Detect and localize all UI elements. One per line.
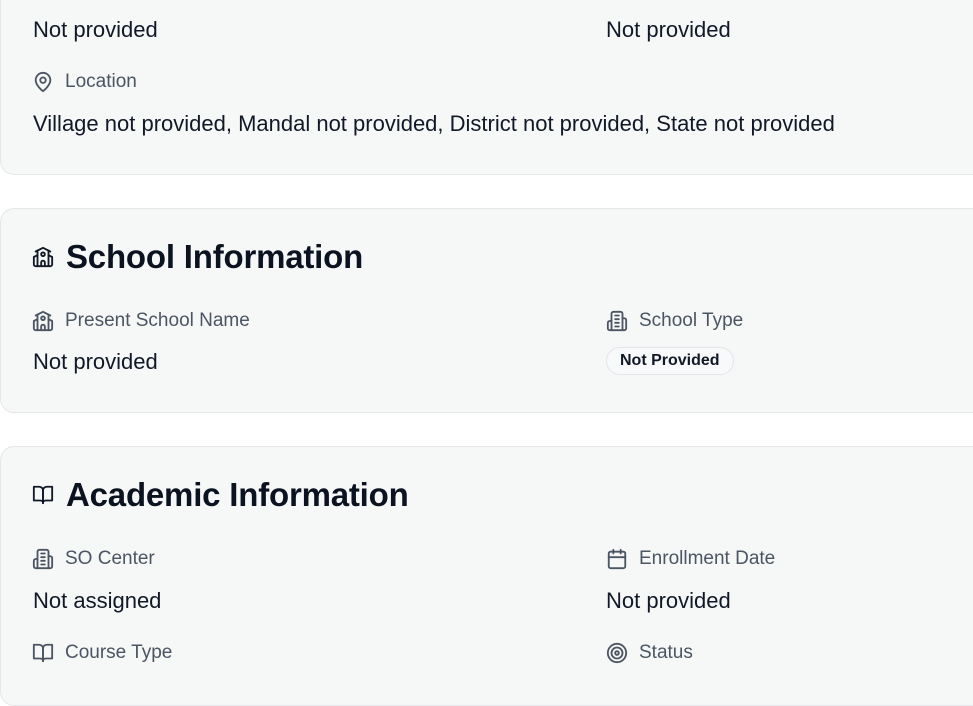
so-center-value: Not assigned <box>33 588 162 613</box>
so-center-label-text: SO Center <box>65 548 155 569</box>
school-icon <box>32 246 54 268</box>
present-school-label-text: Present School Name <box>65 310 250 331</box>
calendar-icon <box>606 548 628 570</box>
field-value-left: Not provided <box>33 17 158 42</box>
school-icon <box>32 310 54 332</box>
status-label-text: Status <box>639 642 693 663</box>
academic-info-title: Academic Information <box>32 476 409 514</box>
field-value-right: Not provided <box>606 17 731 42</box>
enrollment-date-label: Enrollment Date <box>606 548 775 570</box>
school-type-label-text: School Type <box>639 310 744 331</box>
school-info-title: School Information <box>32 238 363 276</box>
academic-info-title-text: Academic Information <box>66 476 409 513</box>
school-type-label: School Type <box>606 310 743 332</box>
target-icon <box>606 642 628 664</box>
school-info-title-text: School Information <box>66 238 364 275</box>
location-value: Village not provided, Mandal not provide… <box>33 111 835 136</box>
map-pin-icon <box>32 71 54 93</box>
course-type-label: Course Type <box>32 642 172 664</box>
present-school-label: Present School Name <box>32 310 250 332</box>
present-school-value: Not provided <box>33 349 158 374</box>
building-icon <box>606 310 628 332</box>
so-center-label: SO Center <box>32 548 155 570</box>
enrollment-date-label-text: Enrollment Date <box>639 548 776 569</box>
location-label: Location <box>32 71 137 93</box>
school-type-badge: Not Provided <box>606 347 734 375</box>
course-type-label-text: Course Type <box>65 642 173 663</box>
location-label-text: Location <box>65 71 137 92</box>
book-open-icon <box>32 484 54 506</box>
enrollment-date-value: Not provided <box>606 588 731 613</box>
building-icon <box>32 548 54 570</box>
status-label: Status <box>606 642 693 664</box>
book-open-icon <box>32 642 54 664</box>
